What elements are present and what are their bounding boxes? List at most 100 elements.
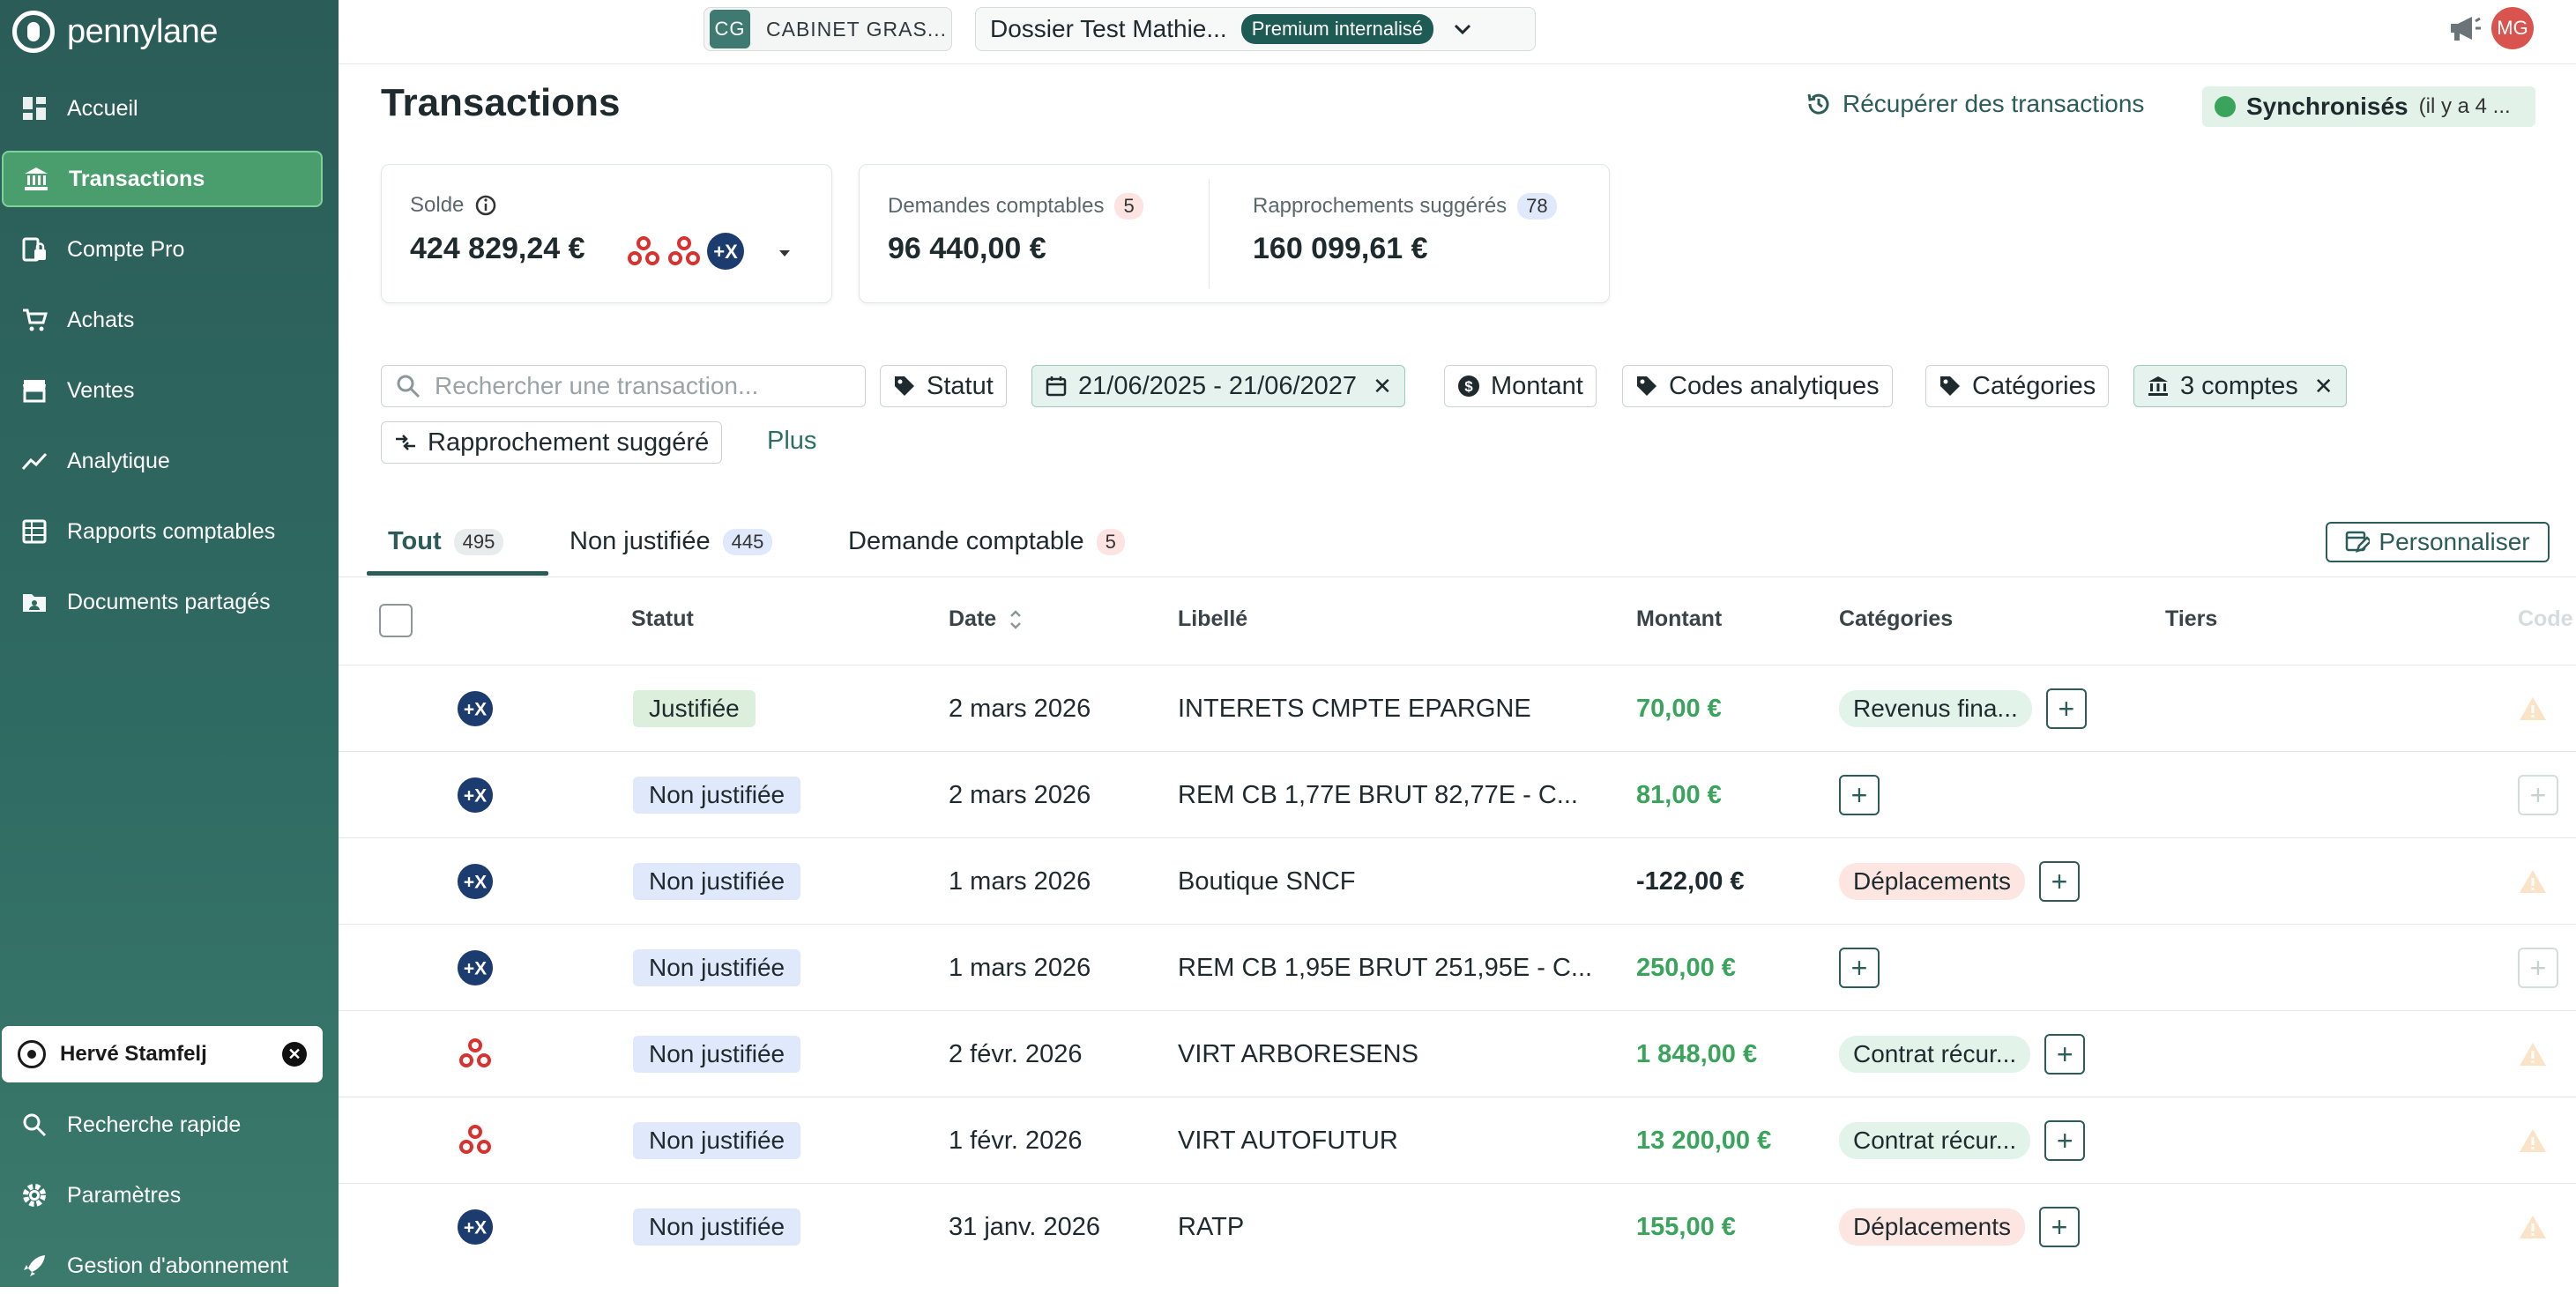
filter-date[interactable]: 21/06/2025 - 21/06/2027 ✕: [1031, 365, 1405, 407]
category-chip[interactable]: Contrat récur...: [1839, 1122, 2031, 1159]
close-icon[interactable]: ✕: [282, 1042, 307, 1067]
sidebar-item-analytique[interactable]: Analytique: [2, 433, 323, 489]
header-categories[interactable]: Catégories: [1839, 606, 1953, 632]
header-montant[interactable]: Montant: [1636, 606, 1722, 632]
row-date: 2 févr. 2026: [949, 1039, 1083, 1068]
sidebar-item-recherche[interactable]: Recherche rapide: [2, 1097, 323, 1153]
sync-status-badge[interactable]: Synchronisés (il y a 4 ...: [2202, 86, 2535, 127]
add-category-button[interactable]: +: [1839, 948, 1880, 988]
search-input[interactable]: Rechercher une transaction...: [381, 365, 866, 407]
personnaliser-button[interactable]: Personnaliser: [2326, 522, 2550, 562]
add-code-button[interactable]: +: [2518, 948, 2558, 988]
header-tiers[interactable]: Tiers: [2165, 606, 2217, 632]
megaphone-icon[interactable]: [2447, 14, 2483, 42]
demandes-rapprochements-card[interactable]: Demandes comptables 5 96 440,00 € Rappro…: [859, 164, 1610, 303]
header-statut[interactable]: Statut: [631, 606, 694, 632]
sidebar-item-compte-pro[interactable]: Compte Pro: [2, 221, 323, 278]
table-row[interactable]: +X Justifiée 2 mars 2026 INTERETS CMPTE EPA…: [339, 665, 2576, 752]
status-badge[interactable]: Non justifiée: [633, 1036, 801, 1073]
tab-count: 495: [453, 528, 504, 555]
header-date[interactable]: Date: [949, 606, 1023, 632]
add-code-button[interactable]: +: [2518, 775, 2558, 815]
header-libelle[interactable]: Libellé: [1178, 606, 1247, 632]
filter-montant[interactable]: $ Montant: [1444, 365, 1597, 407]
category-chip[interactable]: Revenus fina...: [1839, 690, 2032, 727]
sidebar-item-parametres[interactable]: Paramètres: [2, 1167, 323, 1223]
solde-card[interactable]: Solde 424 829,24 € +X: [381, 164, 832, 303]
sidebar: pennylane Accueil Transactions Compte Pr…: [0, 0, 339, 1287]
sidebar-item-achats[interactable]: Achats: [2, 292, 323, 348]
table-row[interactable]: +X Non justifiée 2 mars 2026 REM CB 1,77E B…: [339, 751, 2576, 838]
status-badge[interactable]: Non justifiée: [633, 1208, 801, 1246]
table-row[interactable]: Non justifiée 2 févr. 2026 VIRT ARBORESENS…: [339, 1010, 2576, 1097]
filter-categories[interactable]: Catégories: [1925, 365, 2110, 407]
add-category-button[interactable]: +: [2038, 1207, 2080, 1247]
row-libelle[interactable]: REM CB 1,95E BRUT 251,95E - C...: [1178, 925, 1592, 1011]
dossier-selector[interactable]: Dossier Test Mathie... Premium internali…: [975, 7, 1536, 51]
sidebar-item-label: Rapports comptables: [67, 518, 276, 544]
table-row[interactable]: +X Non justifiée 31 janv. 2026 RATP 155,00 €…: [339, 1183, 2576, 1270]
tab-non-justifiee[interactable]: Non justifiée 445: [570, 527, 773, 556]
add-category-button[interactable]: +: [2044, 1120, 2086, 1161]
table-row[interactable]: Non justifiée 1 févr. 2026 VIRT AUTOFUTUR 1…: [339, 1097, 2576, 1184]
user-card[interactable]: Hervé Stamfelj ✕: [2, 1026, 323, 1082]
status-badge[interactable]: Justifiée: [633, 690, 756, 727]
store-icon: [19, 376, 49, 405]
bank-px-icon: +X: [457, 925, 494, 1011]
status-badge[interactable]: Non justifiée: [633, 949, 801, 986]
header-codes[interactable]: Code: [2518, 606, 2573, 632]
category-chip[interactable]: Contrat récur...: [1839, 1036, 2031, 1073]
more-filters-link[interactable]: Plus: [767, 427, 816, 456]
status-badge[interactable]: Non justifiée: [633, 777, 801, 814]
row-libelle[interactable]: RATP: [1178, 1184, 1244, 1270]
tab-tout[interactable]: Tout 495: [388, 527, 504, 556]
dashboard-icon: [19, 93, 49, 123]
clear-comptes-icon[interactable]: ✕: [2314, 373, 2334, 400]
row-libelle[interactable]: VIRT ARBORESENS: [1178, 1011, 1418, 1097]
filter-codes-analytiques[interactable]: Codes analytiques: [1622, 365, 1893, 407]
row-libelle[interactable]: VIRT AUTOFUTUR: [1178, 1097, 1398, 1184]
caret-down-icon[interactable]: [777, 248, 793, 258]
category-chip[interactable]: Déplacements: [1839, 1208, 2025, 1246]
card-divider: [1209, 179, 1210, 288]
filter-statut[interactable]: Statut: [880, 365, 1007, 407]
demandes-count-badge: 5: [1114, 193, 1143, 219]
recuperer-transactions-button[interactable]: Récupérer des transactions: [1805, 90, 2144, 118]
table-row[interactable]: +X Non justifiée 1 mars 2026 REM CB 1,95E B…: [339, 924, 2576, 1011]
sidebar-item-ventes[interactable]: Ventes: [2, 362, 323, 419]
user-avatar[interactable]: MG: [2491, 7, 2534, 49]
info-icon[interactable]: [474, 194, 497, 217]
status-badge[interactable]: Non justifiée: [633, 1122, 801, 1159]
row-libelle[interactable]: REM CB 1,77E BRUT 82,77E - C...: [1178, 752, 1578, 838]
row-date: 2 mars 2026: [949, 694, 1091, 723]
clear-date-icon[interactable]: ✕: [1373, 373, 1392, 400]
bank-px-icon: +X: [457, 666, 494, 752]
dossier-name: Dossier Test Mathie...: [990, 15, 1227, 42]
sort-icon[interactable]: [1009, 607, 1023, 632]
category-chip[interactable]: Déplacements: [1839, 863, 2025, 900]
filter-rapprochement[interactable]: Rapprochement suggéré: [381, 421, 723, 464]
add-category-button[interactable]: +: [1839, 775, 1880, 815]
table-row[interactable]: +X Non justifiée 1 mars 2026 Boutique SNCF -…: [339, 837, 2576, 925]
add-category-button[interactable]: +: [2044, 1034, 2086, 1075]
row-libelle[interactable]: Boutique SNCF: [1178, 838, 1356, 925]
row-libelle[interactable]: INTERETS CMPTE EPARGNE: [1178, 666, 1531, 752]
brand-logo[interactable]: pennylane: [12, 7, 218, 56]
sync-label: Synchronisés: [2246, 93, 2408, 120]
add-category-button[interactable]: +: [2045, 688, 2087, 729]
cabinet-selector[interactable]: CG CABINET GRAS...: [704, 7, 952, 51]
sidebar-item-transactions[interactable]: Transactions: [2, 151, 323, 207]
tab-demande-comptable[interactable]: Demande comptable 5: [848, 527, 1125, 556]
tab-count: 445: [722, 528, 773, 555]
add-category-button[interactable]: +: [2038, 861, 2080, 902]
row-montant: 250,00 €: [1636, 953, 1736, 982]
filter-comptes[interactable]: 3 comptes ✕: [2133, 365, 2347, 407]
select-all-checkbox[interactable]: [379, 604, 413, 637]
sidebar-item-accueil[interactable]: Accueil: [2, 80, 323, 137]
sidebar-item-documents[interactable]: Documents partagés: [2, 574, 323, 630]
sidebar-item-abonnement[interactable]: Gestion d'abonnement: [2, 1238, 323, 1294]
bank-px-icon: +X: [707, 233, 744, 270]
row-montant: 13 200,00 €: [1636, 1126, 1772, 1155]
sidebar-item-rapports[interactable]: Rapports comptables: [2, 503, 323, 560]
status-badge[interactable]: Non justifiée: [633, 863, 801, 900]
